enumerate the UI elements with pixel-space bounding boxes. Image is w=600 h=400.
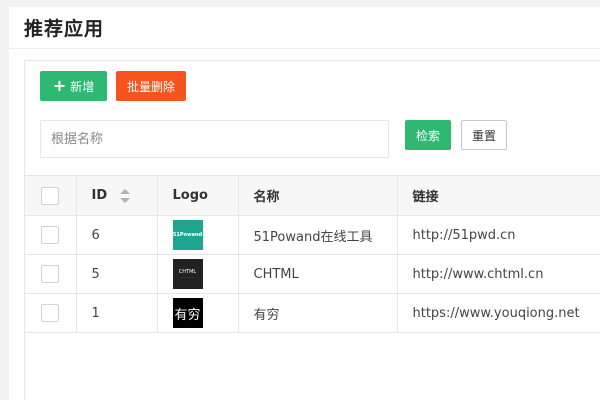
row-name: 有穷 xyxy=(238,293,398,333)
app-logo: 有穷 xyxy=(172,298,203,328)
header-check-cell xyxy=(25,175,77,216)
header-id-label: ID xyxy=(91,188,108,203)
header-link: 链接 xyxy=(397,175,600,216)
page-header: 推荐应用 xyxy=(9,7,600,49)
header-id[interactable]: ID xyxy=(76,175,158,216)
table-row: 5 CHTML — — — — — CHTML http://www.chtml… xyxy=(25,254,600,294)
row-name: 51Powand在线工具 xyxy=(238,215,398,255)
row-link[interactable]: https://www.youqiong.net xyxy=(397,293,600,333)
row-check-cell xyxy=(25,254,77,294)
row-id: 6 xyxy=(76,215,158,255)
row-logo-cell: 51Powand xyxy=(157,215,239,255)
row-id: 5 xyxy=(76,254,158,294)
add-button-label: 新增 xyxy=(70,79,95,94)
select-all-checkbox[interactable] xyxy=(41,186,60,205)
table-header-row: ID Logo 名称 链接 xyxy=(25,175,600,216)
row-id: 1 xyxy=(76,293,158,333)
reset-button[interactable]: 重置 xyxy=(461,120,507,150)
row-checkbox[interactable] xyxy=(41,304,60,322)
page-title: 推荐应用 xyxy=(24,18,105,40)
sort-icon[interactable] xyxy=(119,188,130,203)
app-logo: CHTML — — — — — xyxy=(172,259,203,289)
search-button[interactable]: 检索 xyxy=(405,120,451,150)
batch-delete-button[interactable]: 批量删除 xyxy=(116,71,186,101)
row-checkbox[interactable] xyxy=(41,226,60,244)
table-row: 6 51Powand 51Powand在线工具 http://51pwd.cn xyxy=(25,215,600,255)
row-name: CHTML xyxy=(238,254,398,294)
row-link[interactable]: http://www.chtml.cn xyxy=(397,254,600,294)
table-row: 1 有穷 有穷 https://www.youqiong.net xyxy=(25,293,600,333)
page: 推荐应用 + 新增 批量删除 检索 重置 ID Logo xyxy=(9,7,600,400)
row-check-cell xyxy=(25,215,77,255)
row-check-cell xyxy=(25,293,77,333)
row-logo-cell: CHTML — — — — — xyxy=(157,254,239,294)
search-name-input[interactable] xyxy=(40,120,389,158)
row-checkbox[interactable] xyxy=(41,265,60,283)
add-button[interactable]: + 新增 xyxy=(40,71,107,101)
row-link[interactable]: http://51pwd.cn xyxy=(397,215,600,255)
row-logo-cell: 有穷 xyxy=(157,293,239,333)
content-card: + 新增 批量删除 检索 重置 ID Logo 名称 链接 xyxy=(24,60,600,400)
header-logo: Logo xyxy=(157,175,239,216)
plus-icon: + xyxy=(52,76,67,95)
app-logo: 51Powand xyxy=(172,220,203,250)
apps-table: ID Logo 名称 链接 6 51Powand 51Powand在线工具 ht… xyxy=(25,175,600,333)
header-name: 名称 xyxy=(238,175,398,216)
